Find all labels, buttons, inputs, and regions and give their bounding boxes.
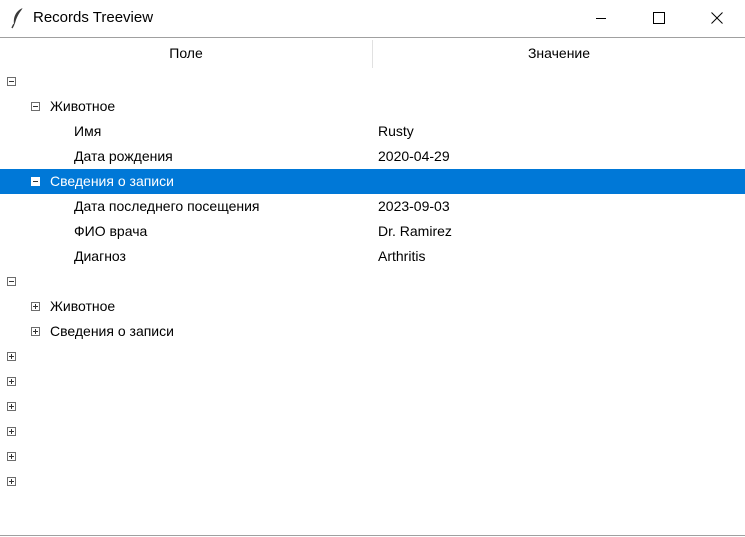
tree-row-label: Животное xyxy=(50,98,116,114)
tree-row-label: Имя xyxy=(74,123,102,139)
expand-icon[interactable] xyxy=(31,327,40,336)
maximize-button[interactable] xyxy=(630,0,688,36)
window-title: Records Treeview xyxy=(33,9,154,26)
title-bar[interactable]: Records Treeview xyxy=(0,0,745,36)
tree-row-label: Животное xyxy=(50,298,116,314)
collapse-icon[interactable] xyxy=(7,77,16,86)
tree-row[interactable] xyxy=(0,269,745,294)
tree-row[interactable]: Животное xyxy=(0,294,745,319)
tree-row-label: Дата рождения xyxy=(74,148,173,164)
tree-row[interactable] xyxy=(0,344,745,369)
tree-row-label: Сведения о записи xyxy=(50,323,174,339)
tree-row[interactable]: Диагноз Arthritis xyxy=(0,244,745,269)
tree-row[interactable]: Дата последнего посещения 2023-09-03 xyxy=(0,194,745,219)
tree-header: Поле Значение xyxy=(0,38,745,68)
column-header-field[interactable]: Поле xyxy=(0,38,372,68)
tree-row[interactable]: Имя Rusty xyxy=(0,119,745,144)
tree-row-label: ФИО врача xyxy=(74,223,148,239)
tree-row-value: 2023-09-03 xyxy=(378,198,450,214)
minimize-icon xyxy=(596,18,606,19)
tree-row-value: Rusty xyxy=(378,123,414,139)
tree-row[interactable] xyxy=(0,469,745,494)
tree-row[interactable]: Животное xyxy=(0,94,745,119)
tree-row[interactable] xyxy=(0,69,745,94)
tree-row-label: Диагноз xyxy=(74,248,126,264)
expand-icon[interactable] xyxy=(7,352,16,361)
close-button[interactable] xyxy=(688,0,745,36)
tree-row-label: Дата последнего посещения xyxy=(74,198,260,214)
tree-row-value: 2020-04-29 xyxy=(378,148,450,164)
records-treeview[interactable]: Поле Значение Животное Имя Rusty Дата рожде… xyxy=(0,37,745,536)
tree-row-value: Dr. Ramirez xyxy=(378,223,452,239)
tree-row[interactable] xyxy=(0,369,745,394)
tree-row[interactable] xyxy=(0,419,745,444)
feather-icon xyxy=(11,7,24,29)
tree-row[interactable] xyxy=(0,444,745,469)
tree-row[interactable]: Дата рождения 2020-04-29 xyxy=(0,144,745,169)
collapse-icon[interactable] xyxy=(31,177,40,186)
expand-icon[interactable] xyxy=(7,477,16,486)
expand-icon[interactable] xyxy=(7,402,16,411)
collapse-icon[interactable] xyxy=(7,277,16,286)
tree-row[interactable]: Сведения о записи xyxy=(0,169,745,194)
bottom-border xyxy=(0,535,745,536)
tree-row[interactable]: ФИО врача Dr. Ramirez xyxy=(0,219,745,244)
app-window: Records Treeview Поле Значение Животное И… xyxy=(0,0,745,537)
tree-row-label: Сведения о записи xyxy=(50,173,174,189)
tree-row[interactable]: Сведения о записи xyxy=(0,319,745,344)
tree-row[interactable] xyxy=(0,394,745,419)
collapse-icon[interactable] xyxy=(31,102,40,111)
expand-icon[interactable] xyxy=(7,452,16,461)
tree-row-value: Arthritis xyxy=(378,248,426,264)
close-icon xyxy=(711,12,723,24)
expand-icon[interactable] xyxy=(7,377,16,386)
maximize-icon xyxy=(653,12,665,24)
expand-icon[interactable] xyxy=(7,427,16,436)
column-header-value[interactable]: Значение xyxy=(373,38,745,68)
minimize-button[interactable] xyxy=(572,0,630,36)
expand-icon[interactable] xyxy=(31,302,40,311)
tree-rows: Животное Имя Rusty Дата рождения 2020-04-29 С… xyxy=(0,69,745,494)
